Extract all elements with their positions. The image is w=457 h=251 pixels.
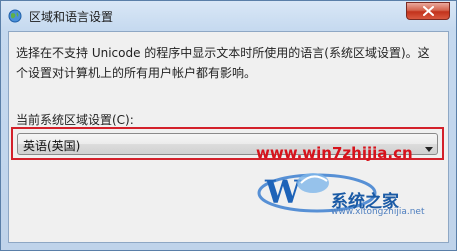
description-text: 选择在不支持 Unicode 的程序中显示文本时所使用的语言(系统区域设置)。这…	[16, 46, 430, 80]
close-icon	[423, 6, 434, 16]
window-title: 区域和语言设置	[29, 10, 114, 24]
selected-locale: 英语(英国)	[23, 139, 81, 153]
close-button[interactable]	[406, 2, 450, 20]
title-bar[interactable]: 区域和语言设置	[1, 1, 456, 31]
dialog-window: 区域和语言设置 选择在不支持 Unicode 的程序中显示文本时所使用的语言(系…	[0, 0, 457, 251]
logo-subtext: www.xitongzhijia.net	[331, 207, 425, 217]
dropdown-arrow-icon[interactable]	[425, 141, 433, 155]
globe-icon	[8, 9, 22, 23]
watermark-url: www.win7zhijia.cn	[256, 144, 413, 162]
system-locale-label: 当前系统区域设置(C):	[16, 113, 134, 127]
logo-letter: W	[264, 173, 302, 211]
